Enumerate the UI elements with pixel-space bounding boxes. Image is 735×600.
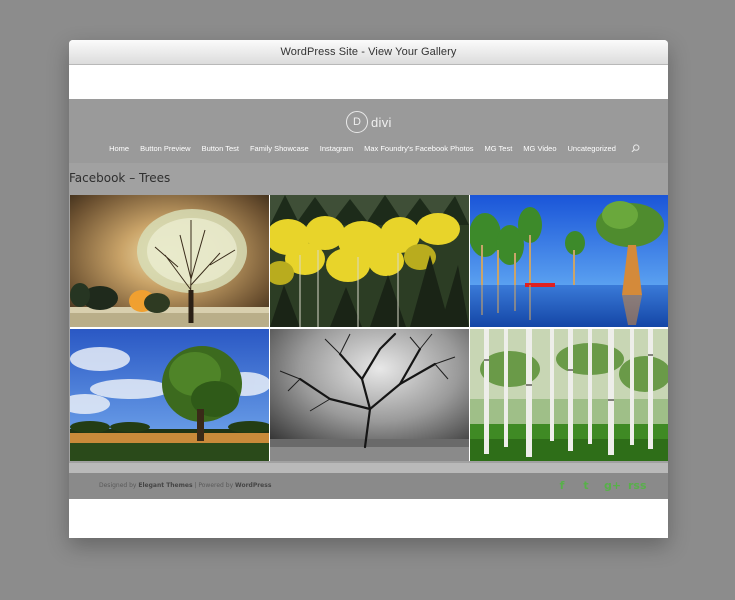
page-title: Facebook – Trees <box>69 171 171 185</box>
logo-icon: D <box>346 111 368 133</box>
image-gallery <box>70 195 668 461</box>
gallery-item[interactable] <box>270 195 469 327</box>
tree-foggy-night-image <box>70 195 269 327</box>
gallery-item[interactable] <box>70 329 269 461</box>
site-logo[interactable]: D divi <box>346 111 392 133</box>
browser-window: WordPress Site - View Your Gallery D div… <box>69 40 668 538</box>
rss-icon[interactable]: rss <box>628 479 647 492</box>
bare-tree-black-white-image <box>270 329 469 461</box>
nav-item-max-foundry-facebook[interactable]: Max Foundry's Facebook Photos <box>364 144 473 153</box>
yellow-aspen-forest-image <box>270 195 469 327</box>
powered-by-link[interactable]: WordPress <box>235 482 271 489</box>
gallery-item[interactable] <box>470 329 668 461</box>
twitter-icon[interactable]: t <box>580 479 592 492</box>
window-titlebar[interactable]: WordPress Site - View Your Gallery <box>69 40 668 65</box>
top-spacer <box>69 65 668 99</box>
nav-item-mg-test[interactable]: MG Test <box>485 144 513 153</box>
credit-separator: | Powered by <box>192 482 236 489</box>
main-navigation: Home Button Preview Button Test Family S… <box>69 143 668 153</box>
nav-item-mg-video[interactable]: MG Video <box>523 144 556 153</box>
bottom-spacer <box>69 499 668 537</box>
gallery-item[interactable] <box>470 195 668 327</box>
tree-blue-sky-image <box>70 329 269 461</box>
nav-item-home[interactable]: Home <box>109 144 129 153</box>
footer-credit: Designed by Elegant Themes | Powered by … <box>99 482 271 489</box>
footer-separator <box>69 463 668 473</box>
nav-item-uncategorized[interactable]: Uncategorized <box>568 144 616 153</box>
facebook-icon[interactable]: f <box>556 479 568 492</box>
gallery-item[interactable] <box>270 329 469 461</box>
nav-item-instagram[interactable]: Instagram <box>320 144 353 153</box>
site-header: D divi Home Button Preview Button Test F… <box>69 99 668 163</box>
cypress-swamp-image <box>470 195 668 327</box>
window-title: WordPress Site - View Your Gallery <box>280 46 457 58</box>
social-links: f t g+ rss <box>556 479 647 492</box>
nav-item-button-preview[interactable]: Button Preview <box>140 144 190 153</box>
google-plus-icon[interactable]: g+ <box>604 479 621 492</box>
logo-text: divi <box>371 114 392 130</box>
birch-forest-image <box>470 329 668 461</box>
credit-prefix: Designed by <box>99 482 139 489</box>
nav-item-family-showcase[interactable]: Family Showcase <box>250 144 309 153</box>
search-icon[interactable] <box>631 144 640 153</box>
gallery-item[interactable] <box>70 195 269 327</box>
site-footer: Designed by Elegant Themes | Powered by … <box>69 473 668 499</box>
main-content: Facebook – Trees <box>69 163 668 463</box>
nav-item-button-test[interactable]: Button Test <box>202 144 239 153</box>
designer-link[interactable]: Elegant Themes <box>138 482 192 489</box>
